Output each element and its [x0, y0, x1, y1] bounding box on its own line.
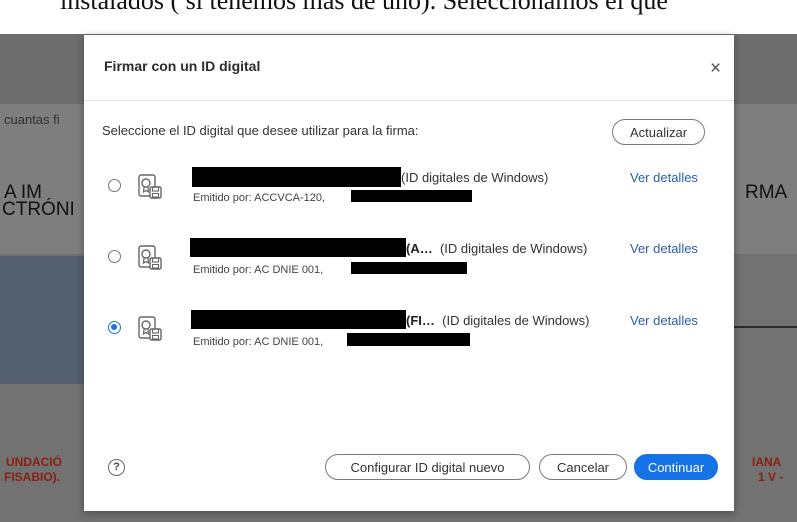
configure-new-id-button[interactable]: Configurar ID digital nuevo — [325, 454, 530, 480]
sign-digital-id-dialog: Firmar con un ID digital × Seleccione el… — [84, 35, 734, 511]
document-text-top: instalados ( si tenemos más de uno). Sel… — [60, 0, 668, 15]
redacted-issuer — [351, 190, 472, 202]
certificate-icon — [138, 316, 162, 341]
document-red-text: FISABIO). — [4, 470, 60, 484]
cancel-button[interactable]: Cancelar — [539, 454, 627, 480]
certificate-icon — [138, 245, 162, 270]
document-heading-fragment: CTRÓNI — [2, 199, 75, 220]
digital-id-option[interactable]: (A… (ID digitales de Windows) Emitido po… — [84, 237, 734, 287]
view-details-link[interactable]: Ver detalles — [630, 170, 698, 185]
id-issuer: Emitido por: ACCVCA-120, — [193, 192, 326, 204]
view-details-link[interactable]: Ver detalles — [630, 313, 698, 328]
id-issuer: Emitido por: AC DNIE 001, — [193, 336, 324, 348]
help-icon[interactable]: ? — [108, 459, 125, 476]
certificate-icon — [138, 174, 162, 199]
redacted-issuer — [351, 262, 467, 274]
id-source-label: (FI… (ID digitales de Windows) — [406, 313, 590, 328]
document-rule-line — [730, 326, 797, 328]
id-radio-button-selected[interactable] — [108, 321, 121, 334]
document-snippet: cuantas fi — [4, 112, 60, 127]
redacted-id-name — [190, 238, 406, 257]
view-details-link[interactable]: Ver detalles — [630, 241, 698, 256]
dialog-title: Firmar con un ID digital — [104, 58, 261, 74]
continue-button[interactable]: Continuar — [634, 454, 718, 480]
id-radio-button[interactable] — [108, 250, 121, 263]
refresh-button[interactable]: Actualizar — [612, 119, 705, 145]
redacted-issuer — [347, 333, 470, 346]
id-source-label: (ID digitales de Windows) — [401, 170, 549, 185]
document-header-block — [0, 256, 84, 384]
id-source-label: (A… (ID digitales de Windows) — [406, 241, 588, 256]
close-icon[interactable]: × — [710, 59, 721, 78]
document-red-text: UNDACIÓ — [6, 455, 62, 469]
id-issuer: Emitido por: AC DNIE 001, — [193, 264, 324, 276]
document-red-text: IANA — [752, 455, 782, 469]
redacted-id-name — [191, 310, 406, 329]
document-red-text: 1 V - — [758, 470, 784, 484]
title-divider — [84, 100, 734, 101]
document-background-top: instalados ( si tenemos más de uno). Sel… — [0, 0, 797, 34]
document-heading-fragment: RMA — [745, 182, 788, 203]
id-radio-button[interactable] — [108, 179, 121, 192]
redacted-id-name — [192, 167, 401, 187]
digital-id-option-selected[interactable]: (FI… (ID digitales de Windows) Emitido p… — [84, 309, 734, 359]
select-id-prompt: Seleccione el ID digital que desee utili… — [102, 123, 419, 138]
digital-id-option[interactable]: (ID digitales de Windows) Emitido por: A… — [84, 165, 734, 215]
